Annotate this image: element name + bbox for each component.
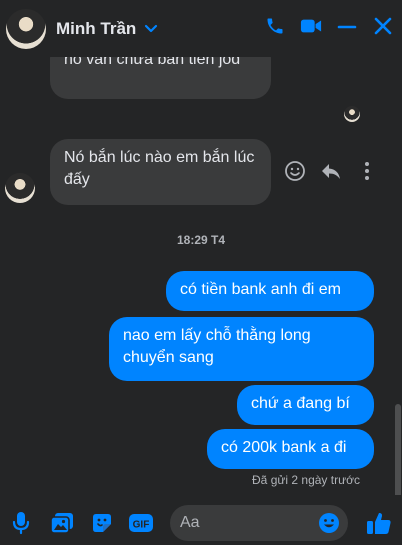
close-icon[interactable] xyxy=(372,14,394,38)
delivery-status: Đã gửi 2 ngày trước xyxy=(252,473,360,487)
like-icon[interactable] xyxy=(365,511,393,535)
message-text: Nó bắn lúc nào em bắn lúc đấy xyxy=(64,149,255,188)
microphone-icon[interactable] xyxy=(9,511,33,535)
message-text: có 200k bank a đi xyxy=(221,439,347,456)
phone-icon[interactable] xyxy=(264,14,286,38)
message-list[interactable]: nó vẫn chưa bắn tiền jod Nó bắn lúc nào … xyxy=(0,57,402,495)
svg-text:GIF: GIF xyxy=(133,520,150,531)
contact-avatar[interactable] xyxy=(6,8,46,49)
composer: GIF xyxy=(0,495,402,545)
emoji-icon[interactable] xyxy=(318,512,340,534)
message-text: nó vẫn chưa bắn tiền jod xyxy=(64,57,241,68)
outgoing-message[interactable]: có tiền bank anh đi em xyxy=(166,271,374,311)
timestamp: 18:29 T4 xyxy=(176,233,226,247)
incoming-message[interactable]: Nó bắn lúc nào em bắn lúc đấy xyxy=(50,139,271,205)
message-text: chứ a đang bí xyxy=(251,395,350,412)
message-text: nao em lấy chỗ thằng long chuyển sang xyxy=(123,327,311,366)
outgoing-message[interactable]: có 200k bank a đi xyxy=(207,429,374,469)
contact-name[interactable]: Minh Trần xyxy=(56,19,136,39)
incoming-message[interactable]: nó vẫn chưa bắn tiền jod xyxy=(50,57,271,99)
message-input-wrapper xyxy=(170,505,348,541)
chat-header: Minh Trần xyxy=(0,0,402,57)
read-receipt-avatar xyxy=(344,106,360,122)
message-input[interactable] xyxy=(180,505,310,541)
video-icon[interactable] xyxy=(300,14,322,38)
react-emoji-icon[interactable] xyxy=(284,160,306,182)
contact-avatar-small[interactable] xyxy=(5,173,35,203)
more-options-icon[interactable] xyxy=(356,160,378,182)
outgoing-message[interactable]: nao em lấy chỗ thằng long chuyển sang xyxy=(109,317,374,381)
sticker-icon[interactable] xyxy=(90,511,114,535)
scrollbar[interactable] xyxy=(395,404,401,495)
message-text: có tiền bank anh đi em xyxy=(180,281,341,298)
message-actions xyxy=(284,160,378,182)
gif-icon[interactable]: GIF xyxy=(128,511,154,535)
reply-icon[interactable] xyxy=(320,160,342,182)
header-actions xyxy=(264,14,394,38)
minimize-icon[interactable] xyxy=(336,14,358,38)
chevron-down-icon[interactable] xyxy=(144,22,158,36)
image-icon[interactable] xyxy=(50,511,74,535)
outgoing-message[interactable]: chứ a đang bí xyxy=(237,385,374,425)
